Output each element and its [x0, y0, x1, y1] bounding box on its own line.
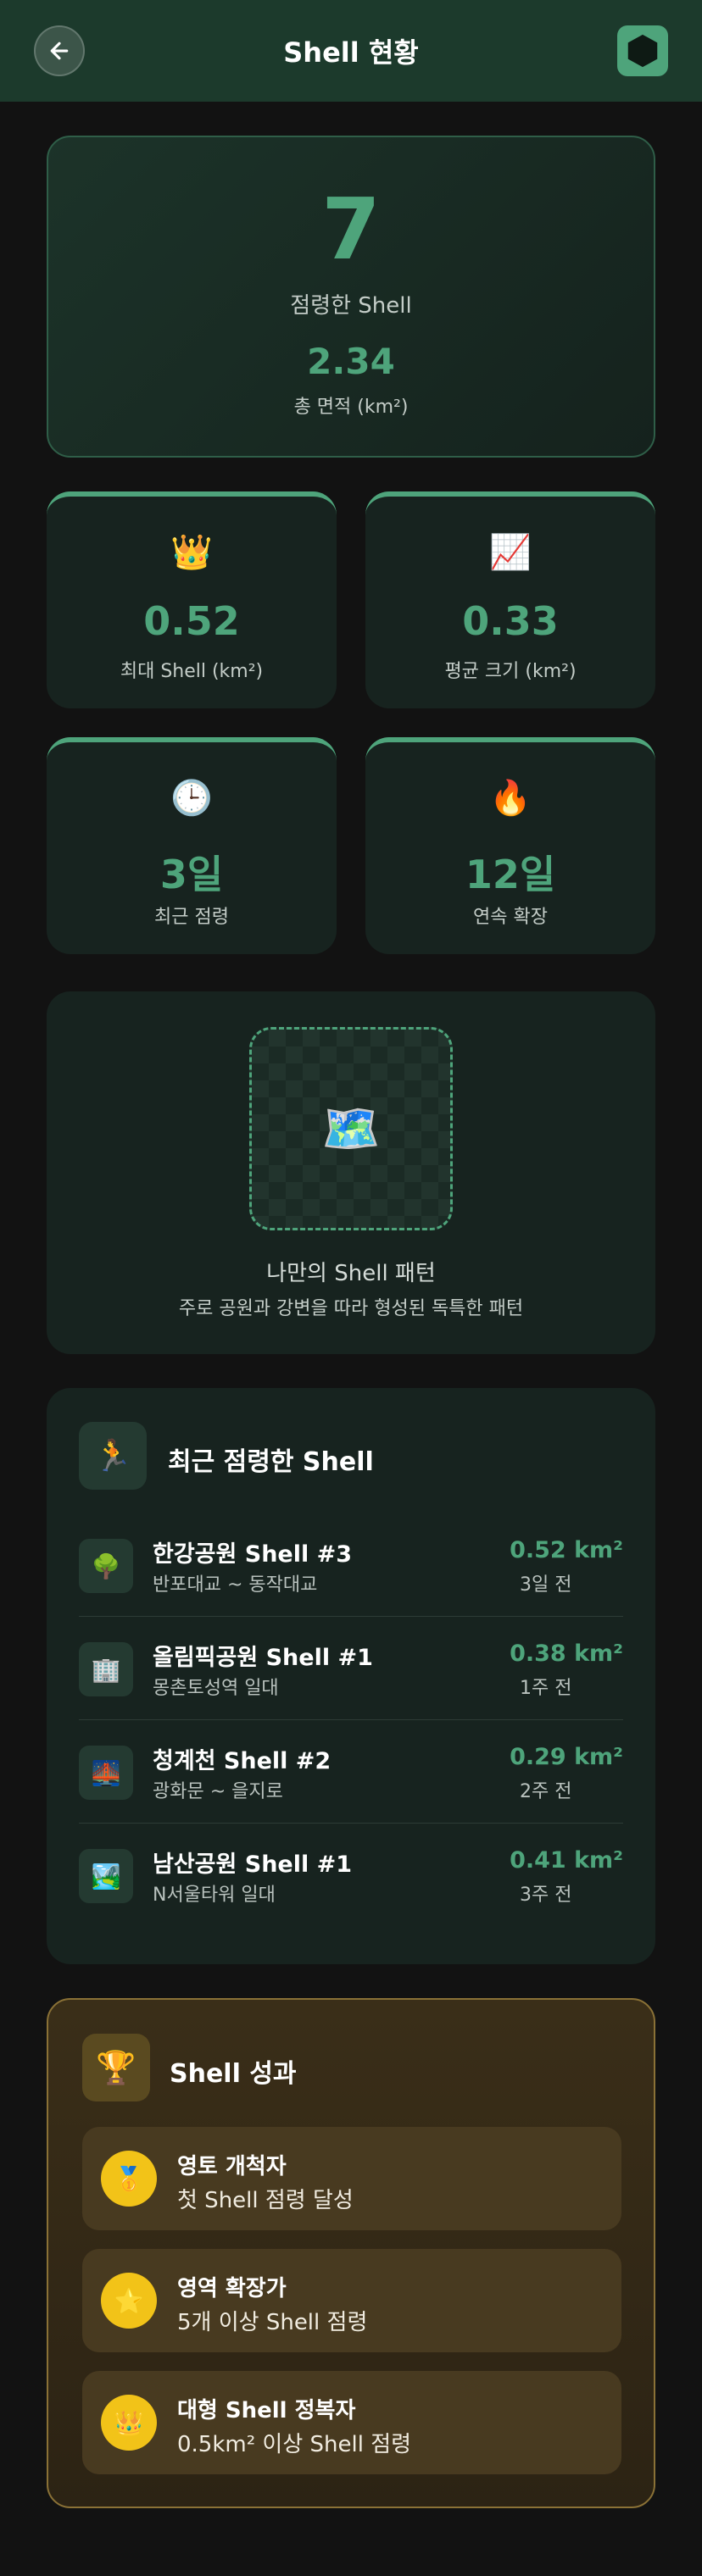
shell-count: 7 [321, 180, 381, 279]
map-icon: 🗺️ [321, 1102, 381, 1157]
crown-icon: 👑 [101, 2395, 157, 2451]
star-icon: ⭐ [101, 2273, 157, 2329]
total-area: 2.34 [307, 341, 395, 382]
arrow-left-icon [50, 42, 69, 60]
shell-count-label: 점령한 Shell [290, 293, 412, 319]
stat-card-streak: 🔥 12일 연속 확장 [365, 737, 655, 954]
pattern-title: 나만의 Shell 패턴 [266, 1261, 436, 1286]
achievement-description: 5개 이상 Shell 점령 [177, 2310, 368, 2335]
page-title: Shell 현황 [283, 36, 419, 69]
achievement-description: 0.5km² 이상 Shell 점령 [177, 2432, 412, 2457]
crown-icon: 👑 [170, 533, 213, 572]
stat-card-max-shell: 👑 0.52 최대 Shell (km²) [47, 491, 337, 708]
shell-area: 0.29 km² [510, 1744, 623, 1770]
achievement-item[interactable]: 👑 대형 Shell 정복자 0.5km² 이상 Shell 점령 [82, 2371, 621, 2474]
shell-list-item[interactable]: 🏢 올림픽공원 Shell #1 몽촌토성역 일대 0.38 km² 1주 전 [79, 1617, 623, 1720]
shell-time: 1주 전 [520, 1678, 572, 1699]
achievement-name: 영토 개척자 [177, 2154, 287, 2179]
stat-label: 연속 확장 [473, 907, 548, 928]
stat-card-recent-capture: 🕒 3일 최근 점령 [47, 737, 337, 954]
stat-label: 최대 Shell (km²) [120, 661, 264, 682]
gold-medal-icon: 🥇 [101, 2151, 157, 2207]
stat-value: 0.33 [462, 598, 559, 644]
achievement-item[interactable]: ⭐ 영역 확장가 5개 이상 Shell 점령 [82, 2249, 621, 2352]
recent-shells-card: 🏃 최근 점령한 Shell 🌳 한강공원 Shell #3 반포대교 ~ 동작… [47, 1388, 655, 1964]
achievements-card: 🏆 Shell 성과 🥇 영토 개척자 첫 Shell 점령 달성 ⭐ 영역 확… [47, 1998, 655, 2508]
shell-area: 0.52 km² [510, 1537, 623, 1563]
shell-time: 3일 전 [520, 1574, 572, 1596]
shell-list-item[interactable]: 🌉 청계천 Shell #2 광화문 ~ 을지로 0.29 km² 2주 전 [79, 1720, 623, 1824]
stat-label: 최근 점령 [154, 907, 229, 928]
shell-summary-card: 7 점령한 Shell 2.34 총 면적 (km²) [47, 136, 655, 458]
shell-name: 올림픽공원 Shell #1 [153, 1645, 373, 1671]
pattern-description: 주로 공원과 강변을 따라 형성된 독특한 패턴 [178, 1298, 524, 1319]
app-header: Shell 현황 [0, 0, 702, 102]
shell-list-item[interactable]: 🌳 한강공원 Shell #3 반포대교 ~ 동작대교 0.52 km² 3일 … [79, 1513, 623, 1617]
clock-icon: 🕒 [170, 779, 213, 818]
stat-card-average-size: 📈 0.33 평균 크기 (km²) [365, 491, 655, 708]
fire-icon: 🔥 [489, 779, 532, 818]
shell-name: 한강공원 Shell #3 [153, 1541, 353, 1568]
section-title: 최근 점령한 Shell [168, 1447, 374, 1477]
section-title: Shell 성과 [170, 2059, 297, 2089]
achievement-name: 대형 Shell 정복자 [177, 2398, 356, 2423]
achievement-item[interactable]: 🥇 영토 개척자 첫 Shell 점령 달성 [82, 2127, 621, 2230]
shell-location: 반포대교 ~ 동작대교 [153, 1574, 318, 1596]
hexagon-logo-icon [627, 34, 658, 68]
shell-area: 0.41 km² [510, 1847, 623, 1874]
stat-value: 0.52 [143, 598, 240, 644]
stat-value: 3일 [159, 852, 224, 897]
shell-location: 광화문 ~ 을지로 [153, 1781, 283, 1802]
pattern-preview[interactable]: 🗺️ [249, 1027, 453, 1230]
shell-name: 남산공원 Shell #1 [153, 1852, 353, 1878]
logo-button[interactable] [617, 25, 668, 76]
shell-location: N서울타워 일대 [153, 1885, 276, 1906]
shell-pattern-card: 🗺️ 나만의 Shell 패턴 주로 공원과 강변을 따라 형성된 독특한 패턴 [47, 991, 655, 1354]
chart-up-icon: 📈 [489, 533, 532, 572]
shell-time: 2주 전 [520, 1781, 572, 1802]
tree-icon: 🌳 [79, 1539, 133, 1593]
landscape-icon: 🏞️ [79, 1849, 133, 1903]
stat-label: 평균 크기 (km²) [444, 661, 577, 682]
building-icon: 🏢 [79, 1642, 133, 1696]
runner-icon: 🏃 [79, 1422, 147, 1490]
total-area-label: 총 면적 (km²) [293, 397, 409, 418]
stat-value: 12일 [465, 852, 556, 897]
achievement-name: 영역 확장가 [177, 2276, 287, 2301]
trophy-icon: 🏆 [82, 2034, 150, 2101]
bridge-icon: 🌉 [79, 1746, 133, 1800]
achievement-description: 첫 Shell 점령 달성 [177, 2188, 354, 2213]
shell-name: 청계천 Shell #2 [153, 1748, 332, 1774]
shell-location: 몽촌토성역 일대 [153, 1678, 279, 1699]
back-button[interactable] [34, 25, 85, 76]
shell-time: 3주 전 [520, 1885, 572, 1906]
shell-area: 0.38 km² [510, 1641, 623, 1667]
shell-list-item[interactable]: 🏞️ 남산공원 Shell #1 N서울타워 일대 0.41 km² 3주 전 [79, 1824, 623, 1927]
